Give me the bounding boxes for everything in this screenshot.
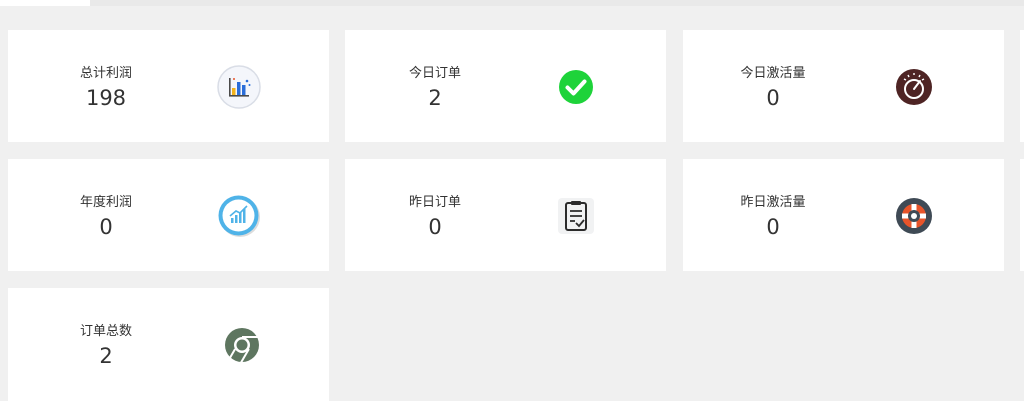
chrome-icon bbox=[219, 322, 265, 368]
stat-label: 今日激活量 bbox=[740, 66, 806, 81]
trend-chart-icon bbox=[216, 193, 262, 239]
stat-label: 昨日订单 bbox=[408, 195, 461, 210]
stat-value: 198 bbox=[85, 86, 127, 110]
stat-label: 今日订单 bbox=[408, 66, 461, 81]
stat-value: 0 bbox=[428, 215, 442, 239]
stat-card-today-activations: 今日激活量 0 bbox=[683, 30, 1004, 142]
stat-card-yesterday-orders: 昨日订单 0 bbox=[345, 159, 666, 271]
clipboard-check-icon bbox=[553, 193, 599, 239]
stat-card-partial bbox=[1020, 30, 1024, 142]
stat-label: 总计利润 bbox=[79, 66, 132, 81]
stat-label: 昨日激活量 bbox=[740, 195, 806, 210]
stat-label: 订单总数 bbox=[79, 324, 132, 339]
stat-value: 0 bbox=[766, 215, 780, 239]
active-tab[interactable] bbox=[0, 0, 90, 6]
stat-card-total-profit: 总计利润 198 bbox=[8, 30, 329, 142]
stat-value: 2 bbox=[428, 86, 442, 110]
stat-value: 0 bbox=[766, 86, 780, 110]
lifebuoy-icon bbox=[891, 193, 937, 239]
stat-label: 年度利润 bbox=[79, 195, 132, 210]
stat-card-annual-profit: 年度利润 0 bbox=[8, 159, 329, 271]
stat-card-total-orders: 订单总数 2 bbox=[8, 288, 329, 401]
check-circle-icon bbox=[553, 64, 599, 110]
speedometer-icon bbox=[891, 64, 937, 110]
bar-chart-icon bbox=[216, 64, 262, 110]
top-tab-strip bbox=[0, 0, 1024, 6]
stat-card-yesterday-activations: 昨日激活量 0 bbox=[683, 159, 1004, 271]
stat-value: 0 bbox=[99, 215, 113, 239]
stat-card-partial bbox=[1020, 159, 1024, 271]
stat-card-today-orders: 今日订单 2 bbox=[345, 30, 666, 142]
stat-value: 2 bbox=[99, 344, 113, 368]
